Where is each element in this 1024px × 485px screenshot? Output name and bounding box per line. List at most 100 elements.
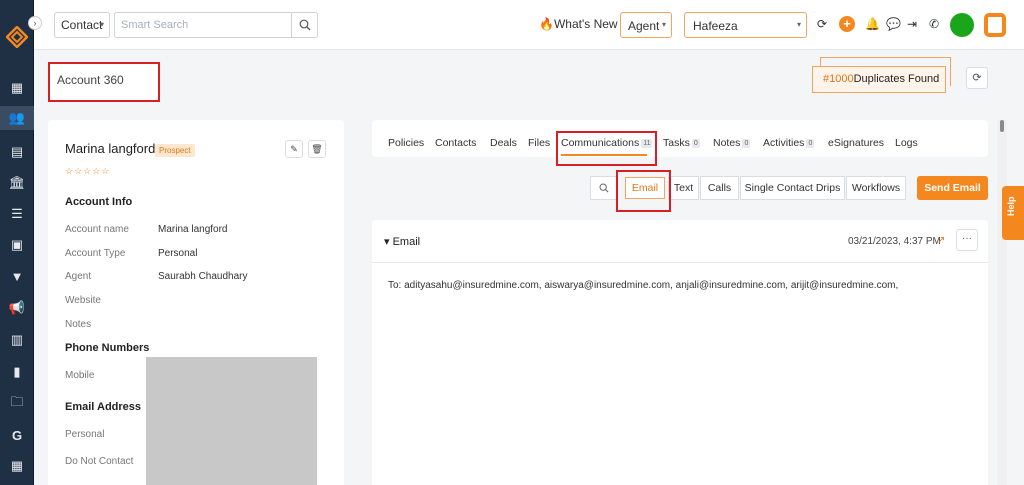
tab-contacts[interactable]: Contacts [435,137,476,149]
folder-icon[interactable]: 🗀 [0,392,34,416]
contacts-icon[interactable]: 👥 [0,106,34,130]
forward-icon[interactable]: ↗ [937,235,945,246]
agent-select[interactable]: Agent ▾ [620,12,672,38]
send-email-button[interactable]: Send Email [917,176,988,200]
top-bar: Contact ▾ 🔥What's New Agent ▾ Hafeeza ▾ … [34,0,1024,50]
documents-icon[interactable]: ▤ [0,140,34,164]
field-label: Mobile [65,370,95,381]
funnel-icon[interactable]: ▼ [0,264,34,288]
tab-esignatures[interactable]: eSignatures [828,137,884,149]
chevron-down-icon: ▾ [99,20,104,29]
tab-label: Tasks [663,137,690,149]
tab-label: Contacts [435,137,477,149]
more-options-button[interactable]: ··· [956,229,978,251]
highlight-box-communications [556,131,657,166]
chevron-down-icon: ▾ [796,20,801,29]
email-address-heading: Email Address [65,401,142,413]
phone-icon[interactable]: ✆ [929,17,939,31]
profile-card: Marina langford Prospect ✎ 🗑 ☆☆☆☆☆ Accou… [48,120,344,485]
refresh-icon: ⟳ [972,72,982,84]
contact-name: Marina langford [65,141,156,156]
chat-icon[interactable]: 💬 [886,17,901,31]
field-label: Website [65,295,101,306]
refresh-button[interactable]: ⟳ [966,67,988,89]
email-item-header[interactable]: ▾ Email 03/21/2023, 4:37 PM ↗ ··· [372,220,988,263]
whats-new-label: What's New [553,17,618,31]
filter-drips-button[interactable]: Single Contact Drips [740,176,845,200]
field-label: Agent [65,271,92,282]
sidebar-toggle-chevron-icon[interactable]: › [28,16,42,30]
help-tab[interactable]: Help [1002,186,1024,240]
field-label: Notes [65,319,92,330]
sync-icon[interactable]: ⟳ [817,17,827,31]
user-select-value: Hafeeza [693,19,738,33]
email-recipients: To: adityasahu@insuredmine.com, aiswarya… [388,280,899,291]
whats-new-link[interactable]: 🔥What's New [539,17,618,31]
filter-label: Text [673,182,694,194]
filter-search-button[interactable] [590,176,618,200]
reports-icon[interactable]: ▮ [0,360,34,384]
tab-count: 0 [742,138,751,148]
filter-workflows-button[interactable]: Workflows [846,176,906,200]
edit-button[interactable]: ✎ [285,140,303,158]
brand-badge-icon[interactable] [984,13,1006,37]
tab-activities[interactable]: Activities 0 [763,137,815,149]
flame-icon: 🔥 [539,17,554,31]
search-input[interactable] [115,13,285,37]
tab-label: eSignatures [828,137,885,149]
entity-select-value: Contact [61,18,103,32]
list-icon[interactable]: ☰ [0,202,34,226]
left-sidebar: ▦ 👥 ▤ 🏛 ☰ ▣ ▼ 📢 ▥ ▮ 🗀 G ▦ [0,0,34,485]
entity-select[interactable]: Contact ▾ [54,12,110,38]
tab-count: 0 [806,138,815,148]
phone-numbers-heading: Phone Numbers [65,342,150,354]
field-value: Personal [158,248,198,259]
tab-label: Files [528,137,551,149]
avatar[interactable] [950,13,974,37]
tab-policies[interactable]: Policies [388,137,424,149]
field-label: Account Type [65,248,126,259]
add-button[interactable]: + [839,16,855,32]
agent-select-value: Agent [628,19,660,33]
tab-tasks[interactable]: Tasks 0 [663,137,700,149]
filter-text-button[interactable]: Text [668,176,699,200]
status-badge: Prospect [155,144,195,157]
calculator-icon[interactable]: ▦ [0,454,34,478]
duplicates-found-button[interactable]: #1000Duplicates Found [812,66,946,93]
google-icon[interactable]: G [0,423,34,447]
email-item-title[interactable]: ▾ Email [384,235,420,248]
email-item-date: 03/21/2023, 4:37 PM [848,236,941,247]
field-label: Personal [65,429,105,440]
duplicates-count: #1000 [823,73,854,85]
contact-card-icon[interactable]: ▣ [0,233,34,257]
megaphone-icon[interactable]: 📢 [0,296,34,320]
smart-search [114,12,318,38]
redacted-area [146,357,317,485]
scrollbar[interactable] [997,120,1007,485]
tab-logs[interactable]: Logs [895,137,918,149]
account-info-heading: Account Info [65,196,133,208]
bank-icon[interactable]: 🏛 [0,171,34,195]
user-select[interactable]: Hafeeza ▾ [684,12,807,38]
tabs-bar: Policies Contacts Deals Files Communicat… [372,120,988,157]
tab-notes[interactable]: Notes 0 [713,137,751,149]
bell-icon[interactable]: 🔔 [865,17,880,31]
dashboard-icon[interactable]: ▦ [0,76,34,100]
delete-button[interactable]: 🗑 [308,140,326,158]
field-value: Marina langford [158,224,228,235]
filter-label: Calls [707,182,732,194]
help-label: Help [1006,196,1016,216]
tab-label: Notes [713,137,741,149]
logout-icon[interactable]: ⇥ [907,17,917,31]
field-label: Do Not Contact [65,456,134,467]
chevron-down-icon: ▾ [661,20,666,29]
rating-stars[interactable]: ☆☆☆☆☆ [65,166,110,177]
tab-label: Deals [490,137,517,149]
filter-calls-button[interactable]: Calls [700,176,739,200]
tab-deals[interactable]: Deals [490,137,517,149]
form-icon[interactable]: ▥ [0,328,34,352]
filter-label: Single Contact Drips [744,182,841,194]
search-button[interactable] [291,13,317,37]
scrollbar-thumb[interactable] [1000,120,1004,132]
tab-files[interactable]: Files [528,137,550,149]
